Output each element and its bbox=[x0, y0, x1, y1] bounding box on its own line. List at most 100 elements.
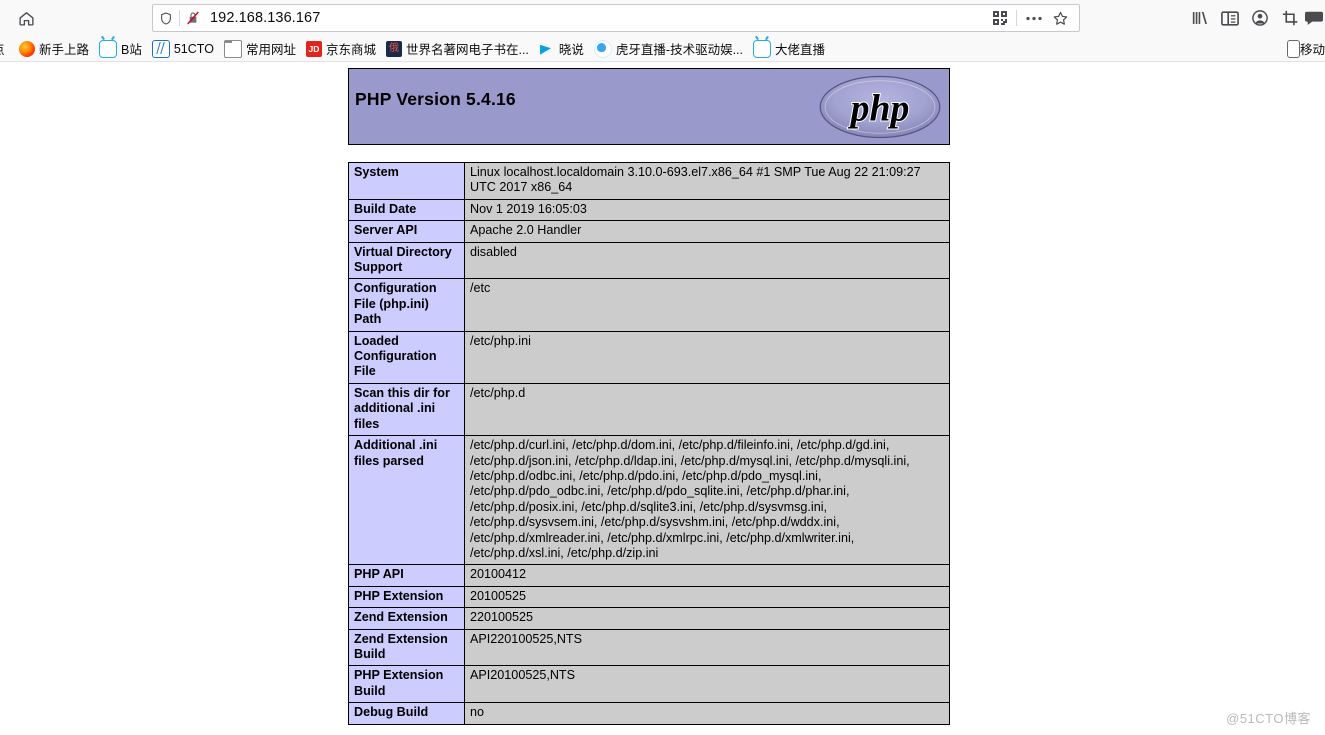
chat-icon[interactable] bbox=[1305, 4, 1323, 32]
dalao-icon bbox=[753, 39, 771, 58]
bookmark-item-huya[interactable]: 虎牙直播-技术驱动娱... bbox=[589, 38, 748, 60]
bookmark-item-ebook[interactable]: 世界名著网电子书在... bbox=[381, 38, 534, 60]
bookmark-label: 晓说 bbox=[558, 43, 584, 57]
star-icon[interactable] bbox=[1047, 4, 1073, 32]
table-key-cell: Zend Extension bbox=[348, 607, 465, 630]
bookmark-label: B站 bbox=[121, 43, 142, 57]
address-bar[interactable]: 192.168.136.167 bbox=[152, 4, 1080, 32]
table-key-cell: PHP API bbox=[348, 564, 465, 587]
home-icon[interactable] bbox=[12, 4, 40, 32]
table-key-cell: Build Date bbox=[348, 198, 465, 222]
bookmark-item-xinshoushanglu[interactable]: 新手上路 bbox=[14, 38, 94, 60]
table-key-cell: Zend Extension Build bbox=[348, 628, 465, 667]
bookmark-label: 常用网址 bbox=[245, 43, 296, 57]
table-row: Zend Extension Build API220100525,NTS bbox=[348, 628, 950, 667]
51cto-icon bbox=[151, 39, 170, 58]
jd-icon bbox=[305, 40, 322, 57]
bookmark-item-changyongwangzhi[interactable]: 常用网址 bbox=[219, 38, 301, 60]
table-row: Loaded Configuration File /etc/php.ini bbox=[348, 330, 950, 384]
bookmark-clipped-left[interactable]: 点 bbox=[0, 39, 5, 58]
sidebar-icon[interactable] bbox=[1215, 4, 1245, 32]
table-row: Debug Build no bbox=[348, 702, 950, 725]
bookmark-item-dalao[interactable]: 大佬直播 bbox=[748, 38, 830, 60]
ellipsis-icon[interactable] bbox=[1021, 4, 1047, 32]
page-content: PHP Version 5.4.16 php System Linux loca… bbox=[0, 62, 1325, 735]
phpinfo-document: PHP Version 5.4.16 php System Linux loca… bbox=[348, 68, 950, 725]
urlbar-action-divider bbox=[1016, 10, 1017, 26]
bookmark-label: 大佬直播 bbox=[775, 43, 826, 57]
table-value-cell: API20100525,NTS bbox=[464, 665, 950, 704]
toolbar-icons-group bbox=[1185, 0, 1325, 36]
library-icon[interactable] bbox=[1185, 4, 1215, 32]
table-row: PHP Extension Build API20100525,NTS bbox=[348, 665, 950, 704]
table-key-cell: Scan this dir for additional .ini files bbox=[348, 382, 465, 437]
bookmark-label: 新手上路 bbox=[39, 43, 90, 57]
urlbar-actions bbox=[988, 4, 1079, 32]
table-value-cell: /etc/php.ini bbox=[464, 330, 950, 384]
table-row: Server API Apache 2.0 Handler bbox=[348, 220, 950, 243]
bilibili-icon bbox=[99, 39, 118, 58]
huya-icon bbox=[593, 39, 612, 58]
table-key-cell: Loaded Configuration File bbox=[348, 330, 465, 384]
table-row: Zend Extension 220100525 bbox=[348, 607, 950, 630]
firefox-icon bbox=[19, 40, 35, 57]
table-value-cell: disabled bbox=[464, 241, 950, 280]
phpinfo-table-body: System Linux localhost.localdomain 3.10.… bbox=[348, 162, 950, 725]
table-row: Configuration File (php.ini) Path /etc bbox=[348, 278, 950, 332]
page-title: PHP Version 5.4.16 bbox=[355, 89, 516, 109]
table-row: PHP Extension 20100525 bbox=[348, 585, 950, 609]
table-row: Build Date Nov 1 2019 16:05:03 bbox=[348, 198, 950, 222]
account-icon[interactable] bbox=[1245, 4, 1275, 32]
table-key-cell: System bbox=[348, 162, 465, 200]
bookmark-label: 世界名著网电子书在... bbox=[405, 43, 529, 57]
bookmark-label: 虎牙直播-技术驱动娱... bbox=[615, 43, 743, 57]
phpinfo-header-banner: PHP Version 5.4.16 php bbox=[348, 68, 950, 145]
table-row: Scan this dir for additional .ini files … bbox=[348, 382, 950, 437]
lock-crossed-icon[interactable] bbox=[180, 10, 206, 26]
table-value-cell: Linux localhost.localdomain 3.10.0-693.e… bbox=[464, 162, 950, 200]
qrcode-icon[interactable] bbox=[988, 4, 1012, 32]
php-logo: php bbox=[819, 75, 941, 139]
screenshot-icon[interactable] bbox=[1275, 4, 1305, 32]
table-key-cell: Server API bbox=[348, 220, 465, 243]
bookmark-label: 移动 bbox=[1299, 43, 1325, 57]
youku-icon bbox=[539, 41, 555, 57]
table-key-cell: PHP Extension bbox=[348, 585, 465, 609]
table-value-cell: Apache 2.0 Handler bbox=[464, 220, 950, 243]
php-logo-text: php bbox=[848, 87, 910, 129]
watermark: @51CTO博客 bbox=[1226, 711, 1311, 726]
nav-left-group bbox=[0, 4, 150, 32]
bookmark-item-xiaoshuo[interactable]: 晓说 bbox=[534, 38, 589, 60]
table-value-cell: /etc/php.d/curl.ini, /etc/php.d/dom.ini,… bbox=[464, 435, 950, 566]
table-value-cell: /etc/php.d bbox=[464, 382, 950, 437]
navigation-toolbar: 192.168.136.167 bbox=[0, 0, 1325, 36]
table-key-cell: Virtual Directory Support bbox=[348, 241, 465, 280]
browser-window: 192.168.136.167 新手上路 B站 51CTO 常用网址 JD 京东… bbox=[0, 0, 1325, 735]
mobile-icon bbox=[1286, 39, 1300, 58]
bookmark-item-jd[interactable]: 京东商城 bbox=[301, 38, 381, 60]
url-text[interactable]: 192.168.136.167 bbox=[206, 10, 988, 26]
phpinfo-table: System Linux localhost.localdomain 3.10.… bbox=[348, 162, 950, 725]
table-value-cell: API220100525,NTS bbox=[464, 628, 950, 667]
shield-icon[interactable] bbox=[153, 11, 179, 26]
table-key-cell: Configuration File (php.ini) Path bbox=[348, 278, 465, 332]
table-key-cell: Additional .ini files parsed bbox=[348, 435, 465, 566]
bookmark-item-bilibili[interactable]: B站 bbox=[94, 38, 147, 60]
table-key-cell: Debug Build bbox=[348, 702, 465, 725]
bookmark-label: 京东商城 bbox=[325, 43, 376, 57]
table-row: System Linux localhost.localdomain 3.10.… bbox=[348, 162, 950, 200]
table-row: PHP API 20100412 bbox=[348, 564, 950, 587]
table-key-cell: PHP Extension Build bbox=[348, 665, 465, 704]
table-value-cell: Nov 1 2019 16:05:03 bbox=[464, 198, 950, 222]
bookmark-item-51cto[interactable]: 51CTO bbox=[147, 38, 219, 60]
bookmark-item-mobile[interactable]: 移动 bbox=[1282, 37, 1325, 60]
table-value-cell: no bbox=[464, 702, 950, 725]
table-row: Additional .ini files parsed /etc/php.d/… bbox=[348, 435, 950, 566]
ebook-icon bbox=[385, 40, 402, 57]
table-value-cell: /etc bbox=[464, 278, 950, 332]
table-value-cell: 220100525 bbox=[464, 607, 950, 630]
bookmark-label: 51CTO bbox=[173, 41, 214, 56]
table-value-cell: 20100525 bbox=[464, 585, 950, 609]
table-row: Virtual Directory Support disabled bbox=[348, 241, 950, 280]
table-value-cell: 20100412 bbox=[464, 564, 950, 587]
